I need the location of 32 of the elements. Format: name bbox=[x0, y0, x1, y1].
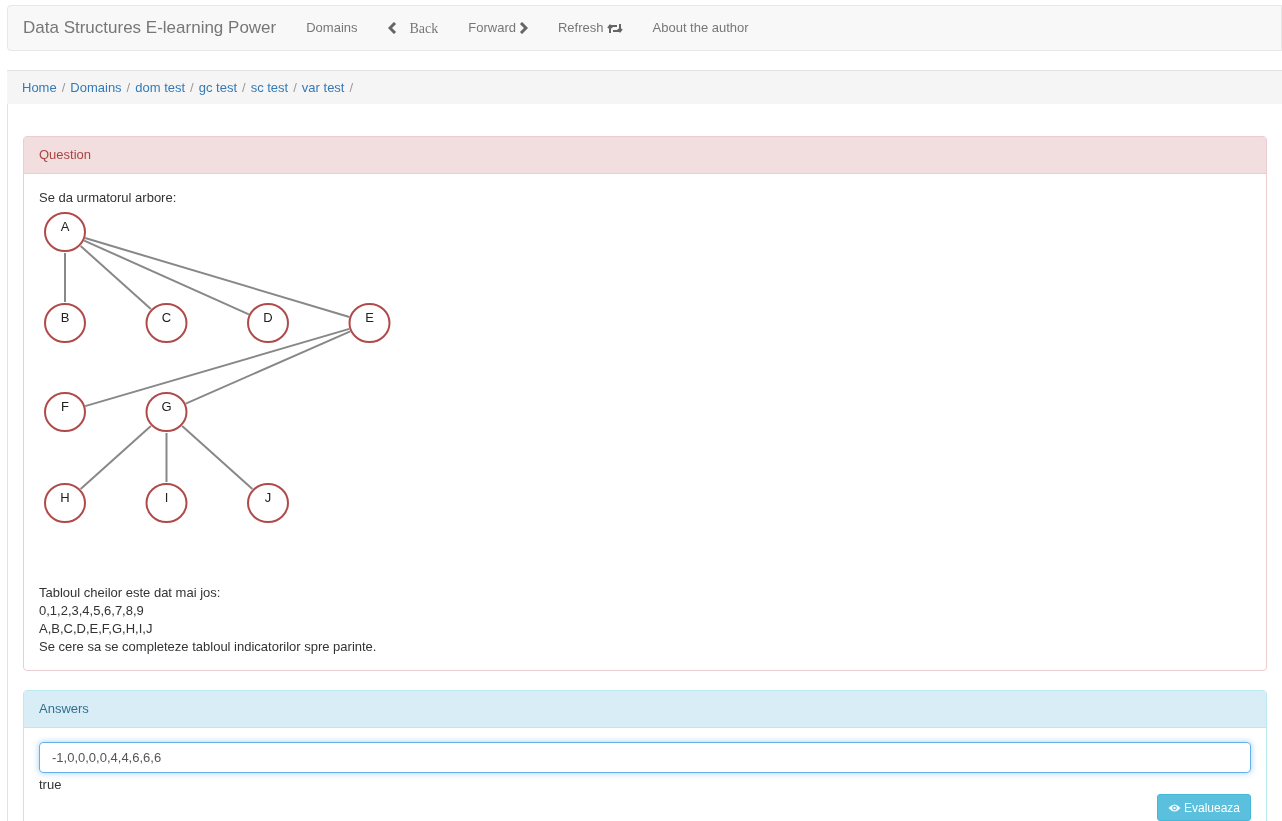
panel-title: Answers bbox=[39, 699, 89, 718]
answer-field[interactable]: -1,0,0,0,0,4,4,6,6,6 bbox=[39, 741, 1251, 773]
breadcrumb-separator: / bbox=[189, 78, 195, 97]
panel-title: Question bbox=[39, 146, 92, 165]
nav-link[interactable]: Domains bbox=[291, 18, 373, 38]
question-text: Se da urmatorul arbore: bbox=[39, 189, 178, 207]
nav-link[interactable]: Back bbox=[372, 17, 454, 39]
breadcrumb-separator: / bbox=[60, 78, 67, 97]
breadcrumb-separator: / bbox=[292, 78, 298, 97]
breadcrumb-link[interactable]: Home bbox=[22, 77, 57, 98]
brand-title[interactable]: Data Structures E-learning Power bbox=[23, 15, 277, 41]
chevron-right-icon bbox=[519, 22, 528, 34]
breadcrumb-link[interactable]: dom test bbox=[135, 77, 186, 98]
breadcrumb-link[interactable]: gc test bbox=[198, 77, 237, 98]
nav-link[interactable]: About the author bbox=[637, 18, 764, 38]
eye-icon bbox=[1167, 802, 1181, 813]
retweet-icon bbox=[606, 22, 623, 34]
breadcrumb-separator: / bbox=[125, 78, 132, 97]
breadcrumb-separator: / bbox=[241, 78, 247, 97]
breadcrumb-link[interactable]: sc test bbox=[250, 77, 289, 98]
chevron-left-icon bbox=[387, 22, 397, 34]
breadcrumb-separator: / bbox=[348, 78, 355, 97]
question-text: 0,1,2,3,4,5,6,7,8,9 bbox=[39, 601, 145, 620]
result-text: true bbox=[39, 776, 62, 792]
nav-link[interactable]: Forward bbox=[453, 18, 543, 38]
nav-link[interactable]: Refresh bbox=[543, 18, 638, 38]
question-text: A,B,C,D,E,F,G,H,I,J bbox=[39, 619, 154, 638]
breadcrumb-link[interactable]: Domains bbox=[70, 77, 122, 98]
tree-drawing: A B C D E F G H I J bbox=[39, 209, 399, 530]
question-text: Se cere sa se completeze tabloul indicatorilor spre parinte. bbox=[39, 637, 378, 656]
question-text: Tabloul cheilor este dat mai jos: bbox=[39, 583, 222, 602]
breadcrumb-link[interactable]: var test bbox=[301, 77, 345, 98]
